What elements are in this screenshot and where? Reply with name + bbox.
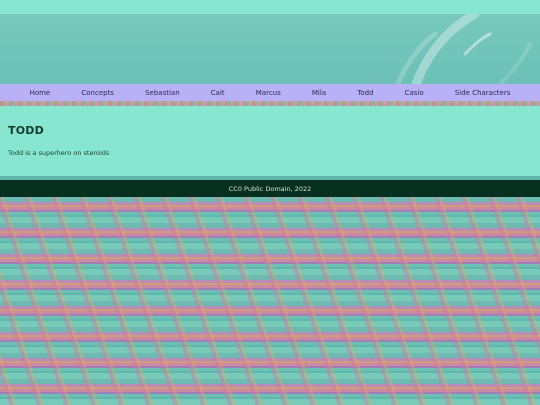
nav-item-concepts[interactable]: Concepts xyxy=(81,89,114,97)
page-title: TODD xyxy=(8,124,44,137)
footer: CC0 Public Domain, 2022 xyxy=(0,180,540,197)
nav-item-marcus[interactable]: Marcus xyxy=(256,89,281,97)
footer-copyright: CC0 Public Domain, 2022 xyxy=(228,184,312,193)
top-strip xyxy=(0,0,540,14)
main-content: TODD Todd is a superhero on steroids xyxy=(0,106,540,176)
nav-item-home[interactable]: Home xyxy=(30,89,51,97)
nav-item-cait[interactable]: Cait xyxy=(211,89,225,97)
nav-item-todd[interactable]: Todd xyxy=(357,89,373,97)
background-pattern xyxy=(0,197,540,405)
page-description: Todd is a superhero on steroids xyxy=(8,149,110,157)
main-nav: Home Concepts Sebastian Cait Marcus Mila… xyxy=(0,84,540,101)
nav-item-mila[interactable]: Mila xyxy=(312,89,326,97)
header-banner xyxy=(0,14,540,84)
nav-item-side-characters[interactable]: Side Characters xyxy=(455,89,511,97)
page: { "nav": { "items": [ {"label": "Home"},… xyxy=(0,0,540,405)
nav-item-sebastian[interactable]: Sebastian xyxy=(145,89,180,97)
banner-swirl-decoration xyxy=(395,14,532,84)
nav-item-casio[interactable]: Casio xyxy=(405,89,424,97)
